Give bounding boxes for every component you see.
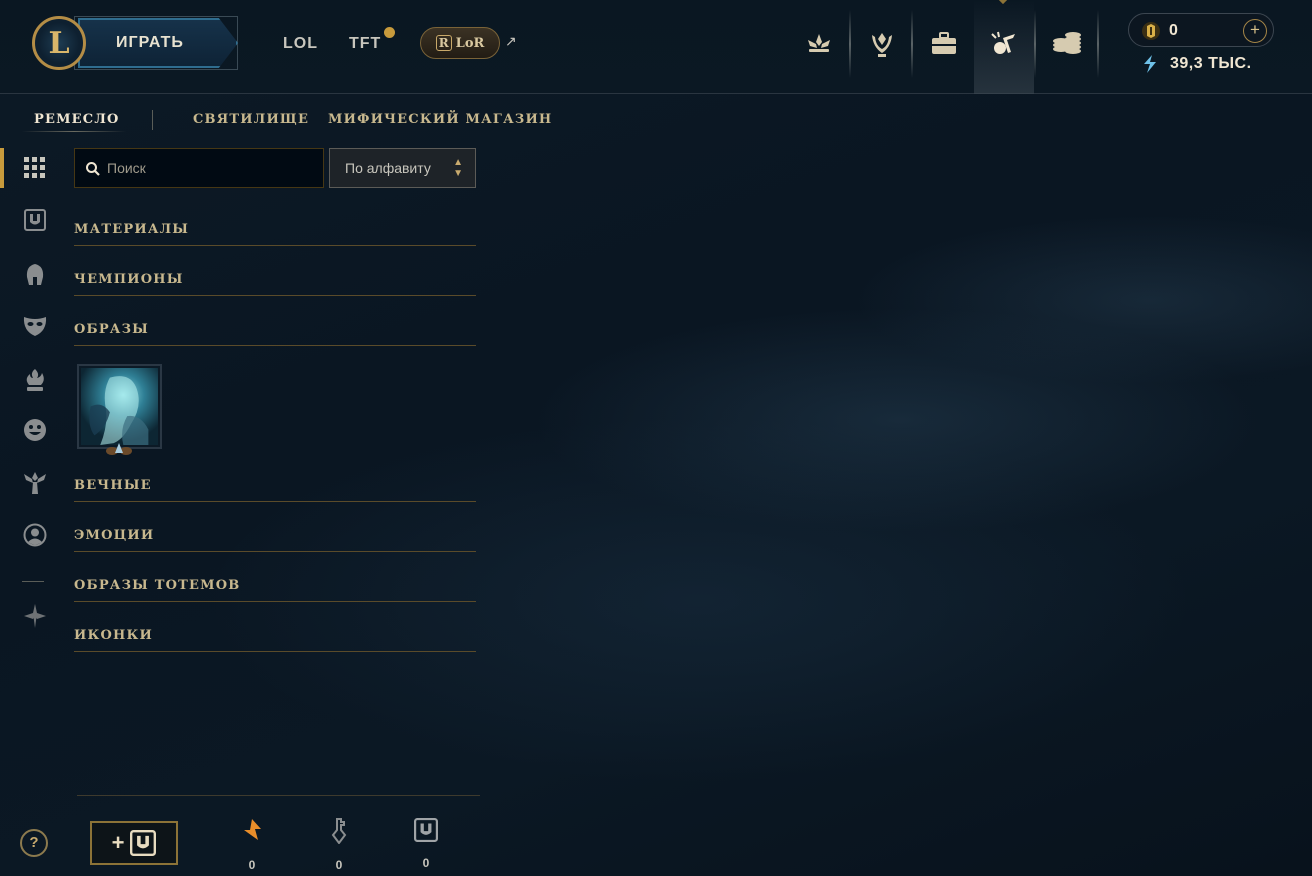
blue-essence-value: 39,3 ТЫС.	[1170, 55, 1252, 72]
chest-icon[interactable]	[22, 207, 48, 233]
league-logo[interactable]: L	[32, 16, 86, 70]
key-icon	[331, 818, 347, 844]
section-title: ЧЕМПИОНЫ	[74, 272, 184, 287]
grid-icon[interactable]	[22, 155, 48, 181]
chest-icon	[414, 818, 438, 842]
sort-dropdown-value: По алфавиту	[345, 160, 431, 176]
lor-button[interactable]: R LoR	[420, 27, 500, 59]
section-skins[interactable]: ОБРАЗЫ	[74, 316, 476, 346]
tab-sanctuary[interactable]: СВЯТИЛИЩЕ	[193, 112, 309, 127]
chest-stat: 0	[414, 818, 438, 870]
ranked-icon[interactable]	[864, 26, 900, 62]
top-bar: ИГРАТЬ L LOL TFT R LoR ↗ 0 + 39,3 ТЫС.	[0, 0, 1312, 94]
section-materials[interactable]: МАТЕРИАЛЫ	[74, 216, 476, 246]
plus-icon: +	[111, 830, 125, 855]
section-title: МАТЕРИАЛЫ	[74, 222, 190, 237]
play-button-label: ИГРАТЬ	[116, 34, 184, 51]
section-ward-skins[interactable]: ОБРАЗЫ ТОТЕМОВ	[74, 572, 476, 602]
rp-value: 0	[1169, 22, 1178, 39]
profile-icon[interactable]	[22, 522, 48, 548]
champion-helmet-icon[interactable]	[22, 262, 48, 288]
lor-label: LoR	[455, 35, 485, 51]
subnav-divider	[152, 110, 153, 130]
key-stat: 0	[327, 818, 351, 872]
search-box	[74, 148, 324, 188]
sidebar-divider	[22, 581, 44, 582]
blue-essence-icon	[1144, 55, 1156, 73]
loot-icon[interactable]	[986, 26, 1022, 62]
play-button[interactable]: ИГРАТЬ	[78, 18, 238, 68]
sort-arrows-icon: ▲ ▼	[453, 157, 463, 179]
orange-essence-count: 0	[248, 858, 256, 872]
ward-totem-icon[interactable]	[22, 470, 48, 496]
collection-icon[interactable]	[926, 26, 962, 62]
active-caret-icon	[998, 0, 1008, 5]
sidebar-active-indicator	[0, 148, 4, 188]
emote-smiley-icon[interactable]	[22, 417, 48, 443]
nav-divider	[849, 10, 851, 78]
rp-balance: 0 +	[1128, 13, 1274, 47]
tab-mythic-shop[interactable]: МИФИЧЕСКИЙ МАГАЗИН	[328, 112, 552, 127]
section-champions[interactable]: ЧЕМПИОНЫ	[74, 266, 476, 296]
search-input[interactable]	[107, 157, 317, 179]
eternals-flame-icon[interactable]	[22, 367, 48, 393]
section-title: ЭМОЦИИ	[74, 528, 155, 543]
rarity-gem-icon	[106, 443, 132, 455]
lor-logo-icon: R	[435, 35, 452, 51]
sort-dropdown[interactable]: По алфавиту ▲ ▼	[329, 148, 476, 188]
chest-icon	[130, 830, 157, 856]
mask-icon[interactable]	[22, 313, 48, 339]
orange-essence-stat: 0	[240, 818, 264, 872]
buy-rp-button[interactable]: +	[1243, 19, 1267, 43]
external-link-icon: ↗	[505, 33, 517, 49]
section-title: ОБРАЗЫ	[74, 322, 149, 337]
nav-divider	[1034, 10, 1036, 78]
tab-crafting[interactable]: РЕМЕСЛО	[34, 112, 120, 127]
nav-divider	[911, 10, 913, 78]
mythic-icon[interactable]	[22, 603, 48, 629]
nav-divider	[1097, 10, 1099, 78]
footer-divider	[77, 795, 480, 796]
search-icon	[86, 162, 100, 176]
orange-essence-icon	[244, 819, 261, 840]
section-title: ИКОНКИ	[74, 628, 154, 643]
key-count: 0	[335, 858, 343, 872]
notification-dot	[384, 27, 395, 38]
skin-shard-art	[81, 368, 158, 445]
section-title: ВЕЧНЫЕ	[74, 478, 152, 493]
section-title: ОБРАЗЫ ТОТЕМОВ	[74, 578, 241, 593]
section-icons[interactable]: ИКОНКИ	[74, 622, 476, 652]
active-tab-underline	[22, 131, 126, 132]
store-icon[interactable]	[1049, 26, 1085, 62]
section-eternals[interactable]: ВЕЧНЫЕ	[74, 472, 476, 502]
riot-points-icon	[1142, 22, 1160, 40]
chest-count: 0	[422, 856, 430, 870]
challenges-icon[interactable]	[801, 26, 837, 62]
add-chest-button[interactable]: +	[90, 821, 178, 865]
section-emotes[interactable]: ЭМОЦИИ	[74, 522, 476, 552]
help-button[interactable]: ?	[20, 829, 48, 857]
nav-tft[interactable]: TFT	[349, 35, 381, 53]
skin-shard-card[interactable]	[77, 364, 162, 449]
league-logo-letter: L	[48, 25, 70, 61]
nav-lol[interactable]: LOL	[283, 35, 318, 53]
